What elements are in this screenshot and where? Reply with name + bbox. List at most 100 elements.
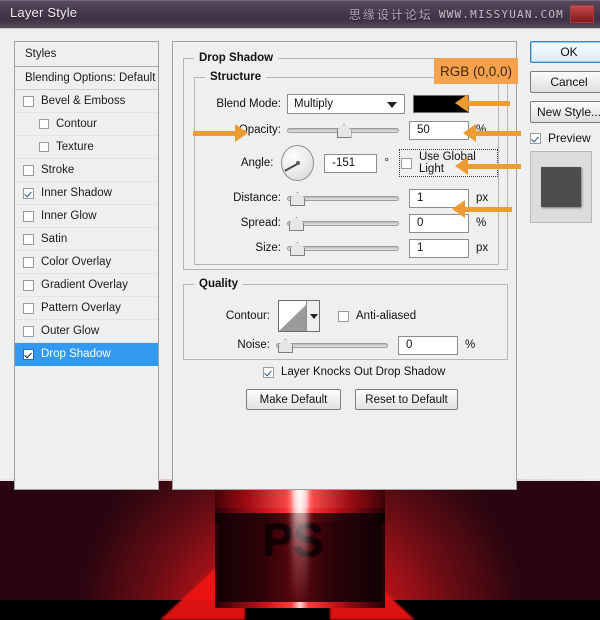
anti-aliased-group[interactable]: Anti-aliased bbox=[338, 310, 416, 322]
contour-thumbnail bbox=[279, 301, 306, 331]
preview-thumbnail bbox=[541, 167, 581, 207]
style-row-stroke[interactable]: Stroke bbox=[15, 159, 158, 182]
style-label: Satin bbox=[41, 233, 68, 245]
style-label: Outer Glow bbox=[41, 325, 100, 337]
styles-header: Styles bbox=[15, 42, 158, 67]
style-row-inner-glow[interactable]: Inner Glow bbox=[15, 205, 158, 228]
checkbox-anti-aliased[interactable] bbox=[338, 310, 349, 322]
annotation-rgb-badge: RGB (0,0,0) bbox=[434, 58, 518, 84]
noise-value: 0 bbox=[406, 339, 413, 351]
cancel-button[interactable]: Cancel bbox=[530, 71, 600, 93]
distance-slider-thumb[interactable] bbox=[289, 192, 305, 206]
contour-picker[interactable] bbox=[278, 300, 320, 332]
anti-aliased-label: Anti-aliased bbox=[356, 310, 417, 322]
style-label: Stroke bbox=[41, 164, 75, 176]
watermark-logo-icon bbox=[570, 5, 594, 23]
angle-unit: ° bbox=[384, 157, 389, 169]
window-titlebar[interactable]: Layer Style 思缘设计论坛 WWW.MISSYUAN.COM bbox=[0, 0, 600, 28]
style-row-color-overlay[interactable]: Color Overlay bbox=[15, 251, 158, 274]
preview-label: Preview bbox=[548, 131, 591, 145]
style-row-contour[interactable]: Contour bbox=[15, 113, 158, 136]
distance-slider[interactable] bbox=[287, 191, 399, 206]
opacity-slider[interactable] bbox=[287, 123, 399, 138]
angle-input[interactable]: -151 bbox=[324, 153, 378, 173]
default-buttons-row: Make Default Reset to Default bbox=[246, 389, 458, 410]
style-row-drop-shadow[interactable]: Drop Shadow bbox=[15, 343, 158, 366]
noise-unit: % bbox=[465, 339, 476, 351]
size-value: 1 bbox=[417, 242, 424, 254]
checkbox-texture[interactable] bbox=[39, 142, 49, 152]
checkbox-preview[interactable] bbox=[530, 132, 541, 144]
arrow-shaft bbox=[468, 163, 521, 169]
style-label: Inner Glow bbox=[41, 210, 97, 222]
arrow-head-icon bbox=[463, 124, 476, 142]
style-row-bevel-emboss[interactable]: Bevel & Emboss bbox=[15, 90, 158, 113]
opacity-input[interactable]: 50 bbox=[409, 120, 469, 140]
chevron-down-icon[interactable] bbox=[306, 301, 319, 331]
checkbox-gradient-overlay[interactable] bbox=[23, 279, 34, 291]
size-slider-thumb[interactable] bbox=[289, 242, 305, 256]
checkbox-inner-glow[interactable] bbox=[23, 210, 34, 222]
checkbox-drop-shadow[interactable] bbox=[23, 348, 34, 360]
style-row-inner-shadow[interactable]: Inner Shadow bbox=[15, 182, 158, 205]
checkbox-color-overlay[interactable] bbox=[23, 256, 34, 268]
style-label: Pattern Overlay bbox=[41, 302, 121, 314]
annotation-arrow-distance bbox=[455, 157, 521, 175]
checkbox-stroke[interactable] bbox=[23, 164, 34, 176]
checkbox-contour[interactable] bbox=[39, 119, 49, 129]
noise-slider-thumb[interactable] bbox=[277, 339, 293, 353]
annotation-arrow-global-light bbox=[463, 124, 521, 142]
screenshot-root: PS Layer Style 思缘设计论坛 WWW.MISSYUAN.COM S… bbox=[0, 0, 600, 620]
checkbox-inner-shadow[interactable] bbox=[23, 187, 34, 199]
arrow-shaft bbox=[468, 100, 510, 106]
preview-group[interactable]: Preview bbox=[530, 131, 600, 145]
style-label: Bevel & Emboss bbox=[41, 95, 126, 107]
checkbox-pattern-overlay[interactable] bbox=[23, 302, 34, 314]
new-style-button[interactable]: New Style... bbox=[530, 101, 600, 123]
opacity-slider-thumb[interactable] bbox=[336, 124, 352, 138]
blend-mode-select[interactable]: Multiply bbox=[287, 94, 405, 114]
spread-slider[interactable] bbox=[287, 216, 399, 231]
action-column: OK Cancel New Style... Preview bbox=[530, 41, 600, 223]
structure-group: Structure Blend Mode: Multiply Opacity: … bbox=[194, 71, 499, 265]
arrow-shaft bbox=[193, 130, 235, 136]
noise-slider[interactable] bbox=[276, 338, 388, 353]
checkbox-layer-knocks-out[interactable] bbox=[263, 366, 274, 378]
checkbox-use-global-light[interactable] bbox=[400, 157, 412, 169]
layer-knockout-group[interactable]: Layer Knocks Out Drop Shadow bbox=[263, 366, 445, 378]
style-row-gradient-overlay[interactable]: Gradient Overlay bbox=[15, 274, 158, 297]
noise-input[interactable]: 0 bbox=[398, 335, 458, 355]
blend-mode-label: Blend Mode: bbox=[216, 98, 281, 110]
checkbox-bevel-emboss[interactable] bbox=[23, 95, 34, 107]
angle-dial[interactable] bbox=[281, 145, 315, 181]
distance-value: 1 bbox=[417, 192, 424, 204]
style-label: Texture bbox=[56, 141, 94, 153]
blend-mode-value: Multiply bbox=[294, 98, 333, 110]
checkbox-satin[interactable] bbox=[23, 233, 34, 245]
style-label: Inner Shadow bbox=[41, 187, 112, 199]
make-default-button[interactable]: Make Default bbox=[246, 389, 341, 410]
checkbox-outer-glow[interactable] bbox=[23, 325, 34, 337]
blending-options-row[interactable]: Blending Options: Default bbox=[15, 67, 158, 90]
style-label: Color Overlay bbox=[41, 256, 112, 268]
style-row-texture[interactable]: Texture bbox=[15, 136, 158, 159]
size-input[interactable]: 1 bbox=[409, 238, 469, 258]
preview-pane bbox=[530, 151, 592, 223]
distance-label: Distance: bbox=[233, 192, 281, 204]
reset-to-default-button[interactable]: Reset to Default bbox=[355, 389, 458, 410]
quality-group-title: Quality bbox=[194, 278, 243, 290]
style-label: Gradient Overlay bbox=[41, 279, 128, 291]
chevron-down-icon bbox=[387, 102, 397, 108]
style-row-satin[interactable]: Satin bbox=[15, 228, 158, 251]
quality-group: Quality Contour: Anti-aliased Noise: 0 % bbox=[183, 278, 508, 360]
arrow-shaft bbox=[465, 206, 512, 212]
arrow-head-icon bbox=[455, 157, 468, 175]
style-row-outer-glow[interactable]: Outer Glow bbox=[15, 320, 158, 343]
angle-value: -151 bbox=[332, 157, 356, 169]
ok-button[interactable]: OK bbox=[530, 41, 600, 63]
style-row-pattern-overlay[interactable]: Pattern Overlay bbox=[15, 297, 158, 320]
window-title: Layer Style bbox=[10, 5, 78, 20]
angle-dial-hub bbox=[295, 161, 300, 165]
spread-slider-thumb[interactable] bbox=[288, 217, 304, 231]
size-slider[interactable] bbox=[287, 241, 399, 256]
